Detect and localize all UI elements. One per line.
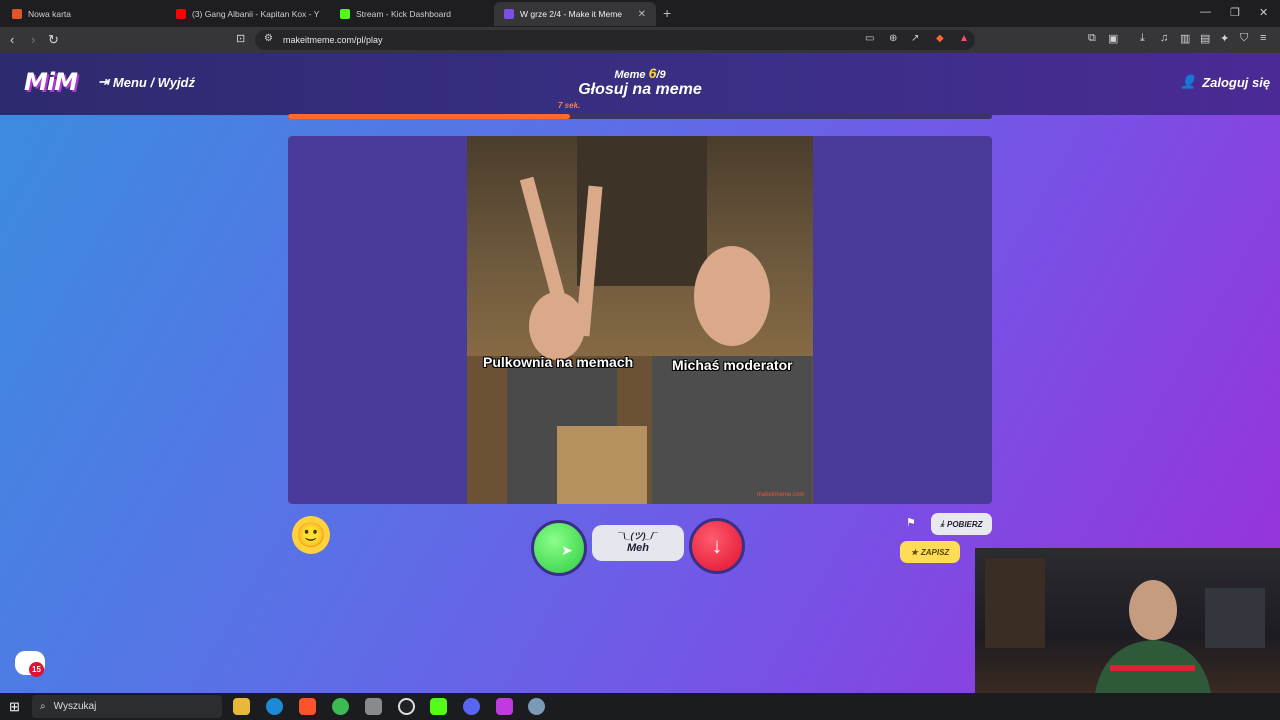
back-icon[interactable]: ‹ — [10, 32, 14, 47]
browser-toolbar: ‹ › ↻ ⊡ ⚙ makeitmeme.com/pl/play ▭ ⊕ ↗ ◆… — [0, 27, 1280, 53]
window-close-icon[interactable]: ✕ — [1259, 6, 1268, 19]
downvote-button[interactable]: ↓ — [689, 518, 745, 574]
wallet-icon[interactable]: ▤ — [1200, 32, 1210, 45]
round-counter: Meme 6/9 — [0, 65, 1280, 81]
close-icon[interactable]: ✕ — [638, 9, 646, 20]
cast-icon[interactable]: ▭ — [865, 33, 874, 44]
kick-taskbar-icon[interactable] — [430, 698, 447, 715]
game-header: MiM ⇥ Menu / Wyjdź Meme 6/9 Głosuj na me… — [0, 53, 1280, 115]
tab-makeitmeme[interactable]: W grze 2/4 - Make it Meme ✕ — [494, 2, 656, 26]
meme-caption-left: Pulkownia na memach — [483, 354, 634, 370]
tab-kick[interactable]: Stream - Kick Dashboard — [330, 2, 494, 26]
star-icon: ★ — [910, 547, 918, 557]
webcam-feed — [985, 558, 1265, 693]
mim-icon — [504, 9, 514, 19]
download-icon[interactable]: ⤓ — [1140, 32, 1145, 45]
timer-progress-fill — [288, 114, 570, 119]
vpn-icon[interactable]: ⛉ — [1240, 32, 1248, 45]
meme-photo — [467, 136, 813, 504]
leo-icon[interactable]: ✦ — [1220, 32, 1229, 45]
page-title: Głosuj na meme — [578, 81, 702, 98]
youtube-icon — [176, 9, 186, 19]
report-flag-icon[interactable]: ⚑ — [906, 516, 916, 529]
timer-label: 7 sek. — [558, 101, 581, 110]
minimize-icon[interactable]: — — [1200, 6, 1211, 18]
meh-label: Meh — [627, 542, 649, 554]
login-button[interactable]: 👤 Zaloguj się — [1180, 74, 1270, 90]
smiley-icon: 🙂 — [296, 521, 326, 549]
shrug-emoticon: ¯\_(ツ)_/¯ — [618, 531, 658, 541]
obs-icon[interactable] — [398, 698, 415, 715]
address-bar[interactable]: ⚙ makeitmeme.com/pl/play ▭ ⊕ ↗ ◆ ▲ — [255, 30, 975, 50]
settings-app-icon[interactable] — [528, 698, 545, 715]
site-info-icon[interactable]: ⚙ — [264, 33, 273, 44]
tab-title: Nowa karta — [28, 9, 71, 19]
media-icon[interactable]: ♫ — [1160, 32, 1168, 44]
tab-title: W grze 2/4 - Make it Meme — [520, 9, 623, 19]
tab-new[interactable]: Nowa karta — [2, 2, 166, 26]
save-button[interactable]: ★ ZAPISZ — [900, 541, 960, 563]
new-tab-icon[interactable]: + — [663, 5, 671, 21]
edge-icon[interactable] — [266, 698, 283, 715]
download-icon: ⤓ — [940, 519, 944, 528]
emoji-reaction-button[interactable]: 🙂 — [292, 516, 330, 554]
kick-icon — [340, 9, 350, 19]
tab-title: (3) Gang Albanii - Kapitan Kox - Y — [192, 9, 320, 19]
login-label: Zaloguj się — [1202, 74, 1271, 90]
menu-icon[interactable]: ≡ — [1260, 32, 1266, 44]
discord-icon[interactable] — [463, 698, 480, 715]
share-icon[interactable]: ↗ — [911, 33, 919, 44]
meme-panel: Pulkownia na memach Michaś moderator mak… — [288, 136, 992, 504]
tab-title: Stream - Kick Dashboard — [356, 9, 451, 19]
meme-image: Pulkownia na memach Michaś moderator mak… — [467, 136, 813, 504]
arrow-down-icon: ↓ — [711, 533, 723, 558]
timer-progress — [288, 114, 992, 119]
taskbar-search[interactable]: ⌕ Wyszukaj — [32, 695, 222, 718]
tab-youtube[interactable]: (3) Gang Albanii - Kapitan Kox - Y — [166, 2, 330, 26]
save-label: ZAPISZ — [920, 547, 950, 557]
brave-shield-icon[interactable]: ◆ — [936, 33, 944, 44]
app-icon[interactable] — [365, 698, 382, 715]
meme-watermark: makeitmeme.com — [757, 492, 805, 498]
rewards-icon[interactable]: ▲ — [959, 33, 969, 44]
browser-tabbar: Nowa karta (3) Gang Albanii - Kapitan Ko… — [0, 0, 1280, 27]
os-taskbar: ⊞ ⌕ Wyszukaj — [0, 693, 1280, 720]
reload-icon[interactable]: ↻ — [48, 32, 59, 48]
brave-icon — [12, 9, 22, 19]
webcam-overlay — [975, 548, 1280, 693]
sidebar-icon[interactable]: ▥ — [1180, 32, 1190, 45]
brave-taskbar-icon[interactable] — [299, 698, 316, 715]
search-icon: ⌕ — [40, 701, 46, 712]
file-explorer-icon[interactable] — [233, 698, 250, 715]
restore-icon[interactable]: ❐ — [1230, 6, 1240, 19]
streaming-app-icon[interactable] — [496, 698, 513, 715]
meme-caption-right: Michaś moderator — [672, 357, 793, 373]
upvote-button[interactable]: ➤ — [531, 520, 587, 576]
cursor-icon: ➤ — [561, 542, 573, 558]
extensions-icon[interactable]: ⧉ — [1088, 32, 1096, 45]
chat-unread-badge: 15 — [29, 662, 44, 677]
round-prefix: Meme — [614, 69, 646, 81]
user-icon: 👤 — [1180, 74, 1197, 89]
meh-button[interactable]: ¯\_(ツ)_/¯ Meh — [592, 525, 684, 561]
taskbar-search-label: Wyszukaj — [53, 701, 97, 712]
screenshot-icon[interactable]: ▣ — [1108, 32, 1118, 45]
zoom-icon[interactable]: ⊕ — [889, 33, 897, 44]
url-text: makeitmeme.com/pl/play — [283, 35, 383, 45]
download-button[interactable]: ⤓ POBIERZ — [931, 513, 992, 535]
bookmark-icon[interactable]: ⊡ — [236, 32, 245, 45]
chrome-icon[interactable] — [332, 698, 349, 715]
forward-icon[interactable]: › — [31, 32, 35, 47]
download-label: POBIERZ — [946, 519, 983, 529]
windows-start-icon[interactable]: ⊞ — [9, 699, 20, 715]
round-total: /9 — [656, 69, 666, 81]
